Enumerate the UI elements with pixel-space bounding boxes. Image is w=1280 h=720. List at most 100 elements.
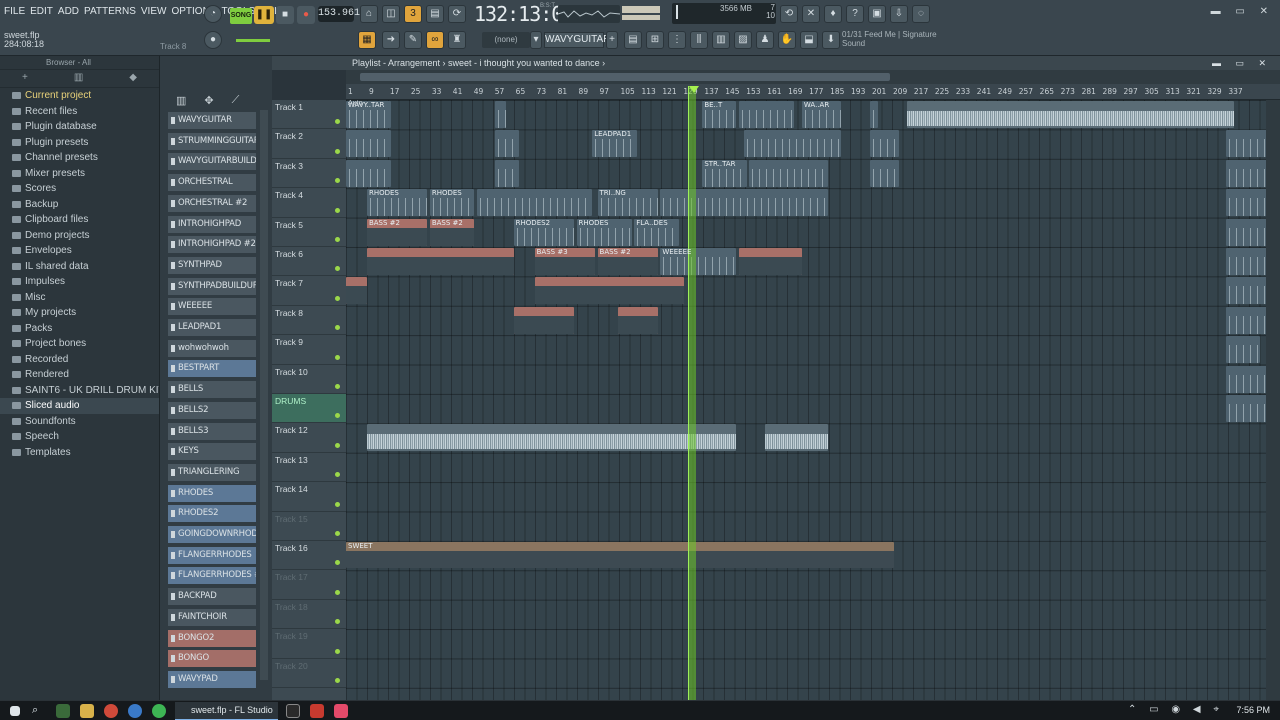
channel-item[interactable]: wohwohwoh	[168, 339, 256, 357]
track-mute-icon[interactable]	[335, 501, 340, 507]
browser-item[interactable]: Recorded	[0, 352, 159, 368]
channel-item[interactable]: RHODES2	[168, 505, 256, 523]
browser-item[interactable]: Misc	[0, 290, 159, 306]
playlist-clip[interactable]: RHODES	[366, 189, 428, 217]
track-header[interactable]: Track 9	[272, 335, 346, 365]
browser-item[interactable]: SAINT6 - UK DRILL DRUM KIT	[0, 383, 159, 399]
playlist-clip[interactable]	[1226, 189, 1266, 217]
playlist-clip[interactable]	[346, 277, 367, 305]
channel-item[interactable]: BESTPART	[168, 360, 256, 378]
playlist-clip[interactable]	[906, 101, 1235, 128]
browser-item[interactable]: Plugin presets	[0, 135, 159, 151]
pattern-picker-icon[interactable]: ✥	[204, 94, 213, 107]
loop-record-icon[interactable]: ⟳	[448, 5, 466, 23]
playhead[interactable]	[688, 86, 696, 700]
playhead-marker-icon[interactable]	[689, 86, 699, 93]
app-icon-1[interactable]	[56, 704, 70, 718]
track-mute-icon[interactable]	[335, 148, 340, 154]
track-mute-icon[interactable]	[335, 178, 340, 184]
playlist-clip[interactable]	[346, 159, 391, 187]
channel-item[interactable]: BONGO2	[168, 629, 256, 647]
piano-icon[interactable]: ▥	[176, 94, 186, 107]
track-mute-icon[interactable]	[335, 530, 340, 536]
snap-select[interactable]: (none)	[482, 32, 530, 48]
playlist-clip[interactable]: BASS #2	[429, 218, 475, 246]
playlist-clip[interactable]	[1226, 306, 1266, 334]
draw-tool-icon[interactable]: ✎	[404, 31, 422, 49]
track-mute-icon[interactable]	[335, 383, 340, 389]
channel-rack-icon[interactable]: ⋮	[668, 31, 686, 49]
playlist-clip[interactable]	[618, 306, 658, 334]
channel-scrollbar[interactable]	[260, 110, 268, 680]
track-mute-icon[interactable]	[335, 472, 340, 478]
track-header[interactable]: DRUMS	[272, 394, 346, 424]
track-mute-icon[interactable]	[335, 413, 340, 419]
channel-item[interactable]: FLANGERRHODES	[168, 546, 256, 564]
wait-input-icon[interactable]: ◫	[382, 5, 400, 23]
track-header[interactable]: Track 7	[272, 276, 346, 306]
playlist-clip[interactable]	[346, 130, 391, 158]
track-mute-icon[interactable]	[335, 325, 340, 331]
browser-item[interactable]: Clipboard files	[0, 212, 159, 228]
playlist-clip[interactable]: SWEET	[346, 542, 894, 568]
playlist-clip[interactable]	[513, 306, 574, 334]
playlist-clip[interactable]	[739, 101, 795, 128]
channel-item[interactable]: ORCHESTRAL	[168, 174, 256, 192]
browser-item[interactable]: IL shared data	[0, 259, 159, 275]
playlist-clip[interactable]: BE..T	[702, 101, 737, 128]
browser-item[interactable]: Impulses	[0, 274, 159, 290]
playlist-clip[interactable]	[495, 101, 506, 128]
channel-item[interactable]: WAVYGUITAR	[168, 112, 256, 129]
track-mute-icon[interactable]	[335, 648, 340, 654]
playlist-clip[interactable]: BASS #2	[366, 218, 428, 246]
playlist-clip[interactable]	[870, 159, 899, 187]
step-sequencer-icon[interactable]: ▥	[712, 31, 730, 49]
track-mute-icon[interactable]	[335, 560, 340, 566]
add-icon[interactable]: +	[22, 72, 28, 85]
pattern-add-icon[interactable]: +	[606, 31, 618, 49]
playlist-clip[interactable]	[534, 277, 684, 305]
pause-button[interactable]: ❚❚	[254, 6, 274, 24]
channel-item[interactable]: KEYS	[168, 443, 256, 461]
channel-item[interactable]: GOINGDOWNRHODES	[168, 526, 256, 543]
track-header[interactable]: Track 15	[272, 512, 346, 541]
playlist-clip[interactable]	[1226, 336, 1261, 364]
blend-notes-icon[interactable]: ▤	[426, 5, 444, 23]
channel-item[interactable]: TRIANGLERING	[168, 463, 256, 481]
timeline-ruler[interactable]: 1917253341495765738189971051131211291371…	[346, 84, 1280, 100]
browser-item[interactable]: My projects	[0, 305, 159, 321]
browser-item[interactable]: Recent files	[0, 104, 159, 120]
spotify-icon[interactable]	[152, 704, 166, 718]
fl-mobile-icon[interactable]: ✋	[778, 31, 796, 49]
channel-item[interactable]: ORCHESTRAL #2	[168, 194, 256, 212]
playlist-clip[interactable]: BASS #2	[597, 248, 658, 275]
window-controls[interactable]: ▬ ▭ ✕	[1211, 6, 1274, 17]
playlist-clip[interactable]: RHODES	[576, 218, 632, 246]
playlist-clip[interactable]	[1226, 395, 1266, 422]
playlist-clip[interactable]	[1226, 218, 1266, 246]
track-mute-icon[interactable]	[335, 619, 340, 625]
record-button[interactable]: ●	[297, 6, 315, 24]
track-mute-icon[interactable]	[335, 236, 340, 242]
playlist-clip[interactable]: WEEEEE	[660, 248, 737, 275]
playlist-clip[interactable]	[1226, 159, 1266, 187]
channel-item[interactable]: SYNTHPAD	[168, 256, 256, 274]
track-header[interactable]: Track 8	[272, 306, 346, 336]
playlist-clip[interactable]	[366, 424, 737, 452]
track-mute-icon[interactable]	[335, 295, 340, 301]
track-header[interactable]: Track 3	[272, 159, 346, 189]
playlist-clip[interactable]	[1226, 277, 1266, 305]
plugin-icon[interactable]: ♟	[756, 31, 774, 49]
menu-file[interactable]: FILE	[4, 6, 25, 17]
playlist-clip[interactable]	[495, 130, 519, 158]
browser-item[interactable]: Plugin database	[0, 119, 159, 135]
playlist-vertical-scrollbar[interactable]	[1266, 100, 1280, 700]
channel-item[interactable]: SYNTHPADBUILDUP	[168, 277, 256, 295]
microphone-icon[interactable]: ♦	[824, 5, 842, 23]
browser-item[interactable]: Mixer presets	[0, 166, 159, 182]
stop-button[interactable]: ■	[276, 6, 294, 24]
channel-item[interactable]: FLANGERRHODES #2	[168, 567, 256, 585]
taskbar-fl-studio[interactable]: sweet.flp - FL Studio 20	[175, 702, 278, 720]
menu-edit[interactable]: EDIT	[30, 6, 53, 17]
system-tray[interactable]: ⌃ ▭ ◉ ◀ ⌖	[1128, 704, 1224, 715]
